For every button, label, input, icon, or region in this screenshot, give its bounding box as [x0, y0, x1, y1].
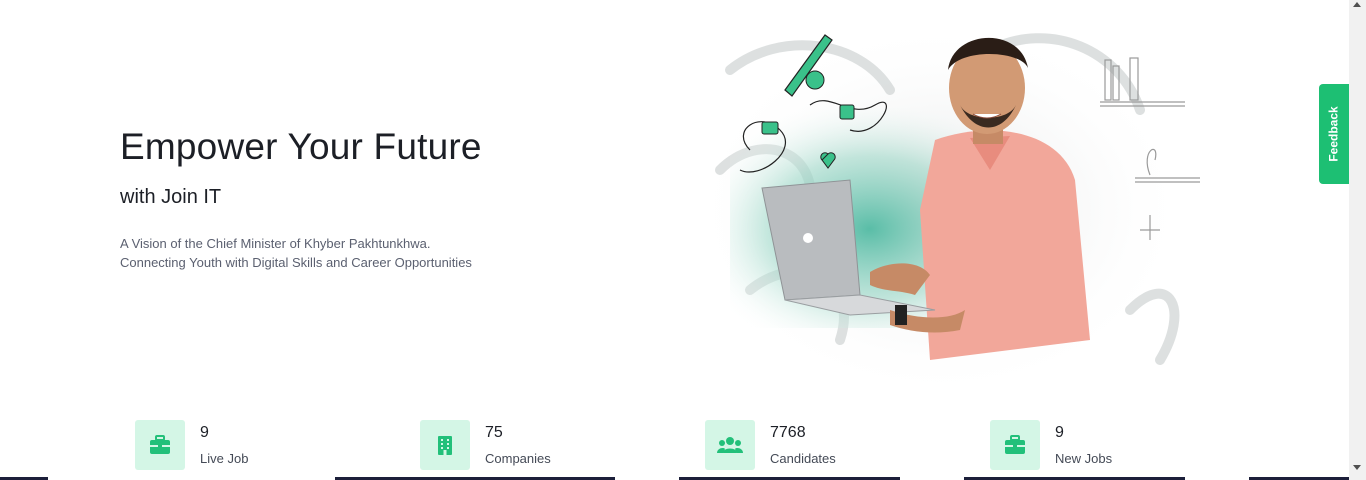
- briefcase-icon: [135, 420, 185, 470]
- hero-subtitle: with Join IT: [120, 186, 222, 208]
- stat-value: 9: [200, 424, 209, 441]
- vertical-scrollbar[interactable]: [1349, 0, 1366, 480]
- feedback-label: Feedback: [1327, 106, 1342, 162]
- building-icon: [420, 420, 470, 470]
- stat-label: New Jobs: [1055, 451, 1113, 466]
- feedback-button[interactable]: Feedback: [1319, 84, 1349, 184]
- scroll-up-arrow-icon[interactable]: [1353, 2, 1361, 7]
- briefcase-icon: [990, 420, 1040, 470]
- hero-description-line-1: A Vision of the Chief Minister of Khyber…: [120, 236, 431, 251]
- stat-value: 7768: [770, 424, 806, 441]
- scroll-down-arrow-icon[interactable]: [1353, 465, 1361, 470]
- hero-title: Empower Your Future: [120, 126, 482, 167]
- stat-value: 9: [1055, 424, 1064, 441]
- stat-label: Candidates: [770, 451, 836, 466]
- hero-illustration: [690, 20, 1200, 400]
- stat-value: 75: [485, 424, 503, 441]
- stat-candidates: 7768 Candidates: [705, 420, 836, 470]
- stat-label: Companies: [485, 451, 551, 466]
- stat-label: Live Job: [200, 451, 249, 466]
- stat-live-job: 9 Live Job: [135, 420, 248, 470]
- stat-companies: 75 Companies: [420, 420, 551, 470]
- stat-new-jobs: 9 New Jobs: [990, 420, 1112, 470]
- users-icon: [705, 420, 755, 470]
- hero-description-line-2: Connecting Youth with Digital Skills and…: [120, 255, 472, 270]
- hero-description: A Vision of the Chief Minister of Khyber…: [120, 234, 472, 272]
